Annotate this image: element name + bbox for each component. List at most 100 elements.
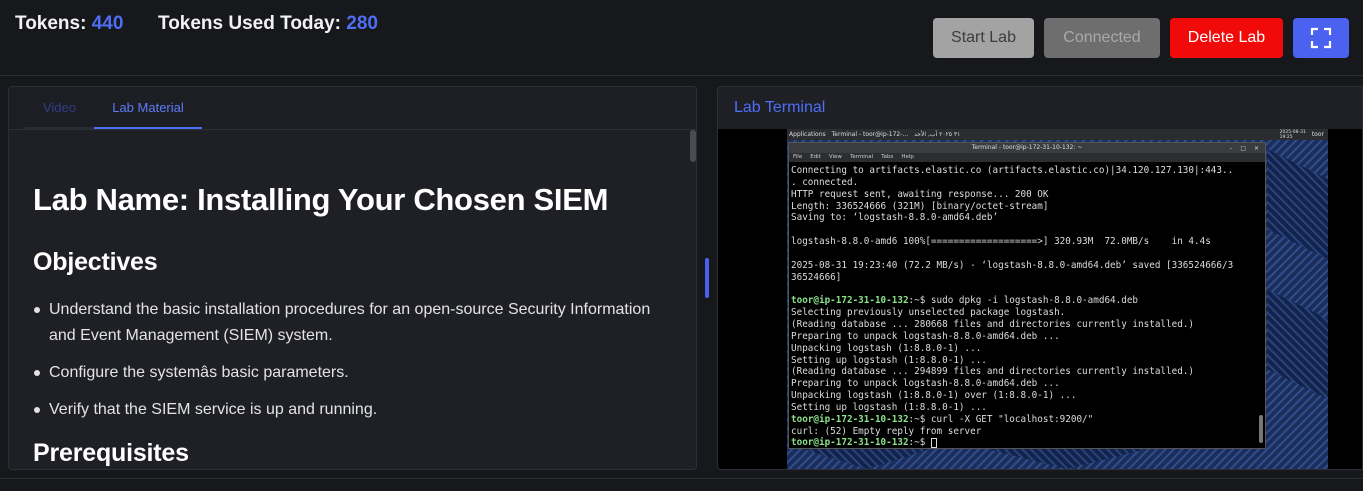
terminal-line	[791, 283, 1259, 295]
panel-resize-handle[interactable]	[705, 258, 709, 298]
material-scrollbar[interactable]	[689, 130, 696, 469]
tokens-value: 440	[91, 13, 124, 34]
remote-desktop-viewport[interactable]: Applications Terminal - toor@ip-172-... …	[718, 129, 1362, 469]
lab-terminal-title: Lab Terminal	[734, 99, 826, 116]
terminal-line-text: logstash-8.8.0-amd6 100%[===============…	[791, 236, 1211, 248]
terminal-line-text: Preparing to unpack logstash-8.8.0-amd64…	[791, 330, 1060, 342]
fullscreen-button[interactable]	[1293, 18, 1349, 58]
remote-desktop[interactable]: Applications Terminal - toor@ip-172-... …	[787, 129, 1328, 469]
terminal-line: logstash-8.8.0-amd6 100%[===============…	[791, 236, 1259, 248]
terminal-prompt: toor@ip-172-31-10-132	[791, 413, 909, 425]
terminal-scroll-thumb[interactable]	[1259, 415, 1263, 443]
terminal-scrollbar[interactable]	[1259, 165, 1263, 445]
terminal-line-text: Preparing to unpack logstash-8.8.0-amd64…	[791, 378, 1060, 390]
terminal-line: Saving to: ‘logstash-8.8.0-amd64.deb’	[791, 212, 1259, 224]
terminal-line: (Reading database ... 294899 files and d…	[791, 366, 1259, 378]
connected-button[interactable]: Connected	[1044, 18, 1160, 58]
tokens-used-value: 280	[346, 13, 378, 34]
terminal-line: Unpacking logstash (1:8.8.0-1) ...	[791, 343, 1259, 355]
terminal-line-text: :~$ curl -X GET "localhost:9200/"	[908, 413, 1094, 425]
terminal-window-title: Terminal - toor@ip-172-31-10-132: ~ – □ …	[789, 143, 1265, 153]
terminal-line-text: Length: 336524666 (321M) [binary/octet-s…	[791, 200, 1049, 212]
terminal-cursor	[930, 437, 937, 448]
terminal-line-text: 2025-08-31 19:23:40 (72.2 MB/s) - ‘logst…	[791, 259, 1234, 271]
tray-user[interactable]: toor	[1312, 131, 1324, 138]
terminal-line-text: curl: (52) Empty reply from server	[791, 425, 982, 437]
menu-tabs[interactable]: Tabs	[881, 153, 893, 162]
objectives-heading: Objectives	[33, 248, 158, 276]
terminal-line: curl: (52) Empty reply from server	[791, 426, 1259, 438]
lab-title: Lab Name: Installing Your Chosen SIEM	[33, 182, 609, 217]
menu-view[interactable]: View	[829, 153, 842, 162]
terminal-line-text: HTTP request sent, awaiting response... …	[791, 188, 1049, 200]
fullscreen-icon	[1310, 27, 1332, 49]
desktop-taskbar: Applications Terminal - toor@ip-172-... …	[787, 129, 1328, 140]
taskbar-terminal-item[interactable]: Terminal - toor@ip-172-...	[832, 131, 908, 138]
terminal-line	[791, 224, 1259, 236]
terminal-line: toor@ip-172-31-10-132:~$ curl -X GET "lo…	[791, 414, 1259, 426]
terminal-line: Setting up logstash (1:8.8.0-1) ...	[791, 402, 1259, 414]
terminal-line: toor@ip-172-31-10-132:~$ sudo dpkg -i lo…	[791, 295, 1259, 307]
terminal-line-text	[791, 224, 797, 235]
terminal-line: Length: 336524666 (321M) [binary/octet-s…	[791, 201, 1259, 213]
terminal-line-text: Selecting previously unselected package …	[791, 307, 1066, 319]
terminal-line-text: :~$	[908, 437, 931, 448]
terminal-line-text: Setting up logstash (1:8.8.0-1) ...	[791, 401, 987, 413]
terminal-line	[791, 248, 1259, 260]
tab-bar: Video Lab Material	[9, 87, 696, 130]
terminal-line: Preparing to unpack logstash-8.8.0-amd64…	[791, 378, 1259, 390]
terminal-line: 36524666]	[791, 272, 1259, 284]
window-controls[interactable]: – □ ✕	[1229, 144, 1262, 154]
terminal-prompt: toor@ip-172-31-10-132	[791, 295, 909, 307]
terminal-output[interactable]: Connecting to artifacts.elastic.co (arti…	[791, 165, 1259, 448]
objective-item: Configure the systemâs basic parameters.	[34, 360, 665, 386]
tokens-stat: Tokens: 440	[15, 13, 123, 35]
terminal-line-text	[791, 248, 797, 259]
terminal-line-text: 36524666]	[791, 271, 842, 283]
applications-menu[interactable]: Applications	[789, 131, 826, 138]
menu-help[interactable]: Help	[901, 153, 914, 162]
lab-terminal-panel: Lab Terminal Applications Terminal - too…	[717, 86, 1363, 470]
tokens-used-label: Tokens Used Today:	[158, 13, 341, 34]
objective-item: Verify that the SIEM service is up and r…	[34, 397, 665, 423]
delete-lab-button[interactable]: Delete Lab	[1170, 18, 1283, 58]
start-lab-button[interactable]: Start Lab	[933, 18, 1034, 58]
terminal-window-title-text: Terminal - toor@ip-172-31-10-132: ~	[971, 144, 1083, 151]
bottom-bar	[0, 478, 1363, 491]
terminal-line: Connecting to artifacts.elastic.co (arti…	[791, 165, 1259, 177]
terminal-line: HTTP request sent, awaiting response... …	[791, 189, 1259, 201]
terminal-line-text: Connecting to artifacts.elastic.co (arti…	[791, 165, 1234, 176]
tray-clock: 2025-08-31 19:25	[1279, 129, 1306, 140]
tab-video[interactable]: Video	[25, 87, 94, 129]
prerequisites-heading: Prerequisites	[33, 439, 189, 467]
terminal-line-text: Saving to: ‘logstash-8.8.0-amd64.deb’	[791, 212, 999, 224]
terminal-prompt: toor@ip-172-31-10-132	[791, 437, 909, 448]
terminal-line-text: . connected.	[791, 176, 859, 188]
terminal-line: Preparing to unpack logstash-8.8.0-amd64…	[791, 331, 1259, 343]
terminal-line-text: (Reading database ... 294899 files and d…	[791, 366, 1194, 378]
terminal-window[interactable]: Terminal - toor@ip-172-31-10-132: ~ – □ …	[788, 142, 1266, 449]
terminal-line-text: Unpacking logstash (1:8.8.0-1) ...	[791, 342, 982, 354]
terminal-line: Unpacking logstash (1:8.8.0-1) over (1:8…	[791, 390, 1259, 402]
objectives-list: Understand the basic installation proced…	[33, 297, 665, 423]
terminal-line-text: Unpacking logstash (1:8.8.0-1) over (1:8…	[791, 390, 1077, 402]
terminal-line-text: Setting up logstash (1:8.8.0-1) ...	[791, 354, 987, 366]
terminal-line: Setting up logstash (1:8.8.0-1) ...	[791, 355, 1259, 367]
material-scroll-thumb[interactable]	[690, 130, 696, 162]
tab-lab-material[interactable]: Lab Material	[94, 87, 202, 129]
system-tray: 2025-08-31 19:25 toor	[1280, 129, 1324, 140]
terminal-line: Selecting previously unselected package …	[791, 307, 1259, 319]
terminal-line: (Reading database ... 280668 files and d…	[791, 319, 1259, 331]
terminal-line: toor@ip-172-31-10-132:~$	[791, 437, 1259, 448]
menu-edit[interactable]: Edit	[810, 153, 821, 162]
menu-terminal[interactable]: Terminal	[850, 153, 873, 162]
tokens-used-stat: Tokens Used Today: 280	[158, 13, 378, 35]
objective-item: Understand the basic installation proced…	[34, 297, 665, 349]
top-bar: Tokens: 440 Tokens Used Today: 280 Start…	[0, 0, 1363, 76]
terminal-line-text: :~$ sudo dpkg -i logstash-8.8.0-amd64.de…	[908, 295, 1139, 307]
terminal-line: 2025-08-31 19:23:40 (72.2 MB/s) - ‘logst…	[791, 260, 1259, 272]
taskbar-date-text: ٣١ ٢٠٢٥ آب, الأحد	[914, 131, 961, 138]
menu-file[interactable]: File	[793, 153, 802, 162]
lab-material-panel: Video Lab Material Lab Name: Installing …	[8, 86, 697, 470]
terminal-menu-bar: File Edit View Terminal Tabs Help	[789, 153, 1265, 162]
